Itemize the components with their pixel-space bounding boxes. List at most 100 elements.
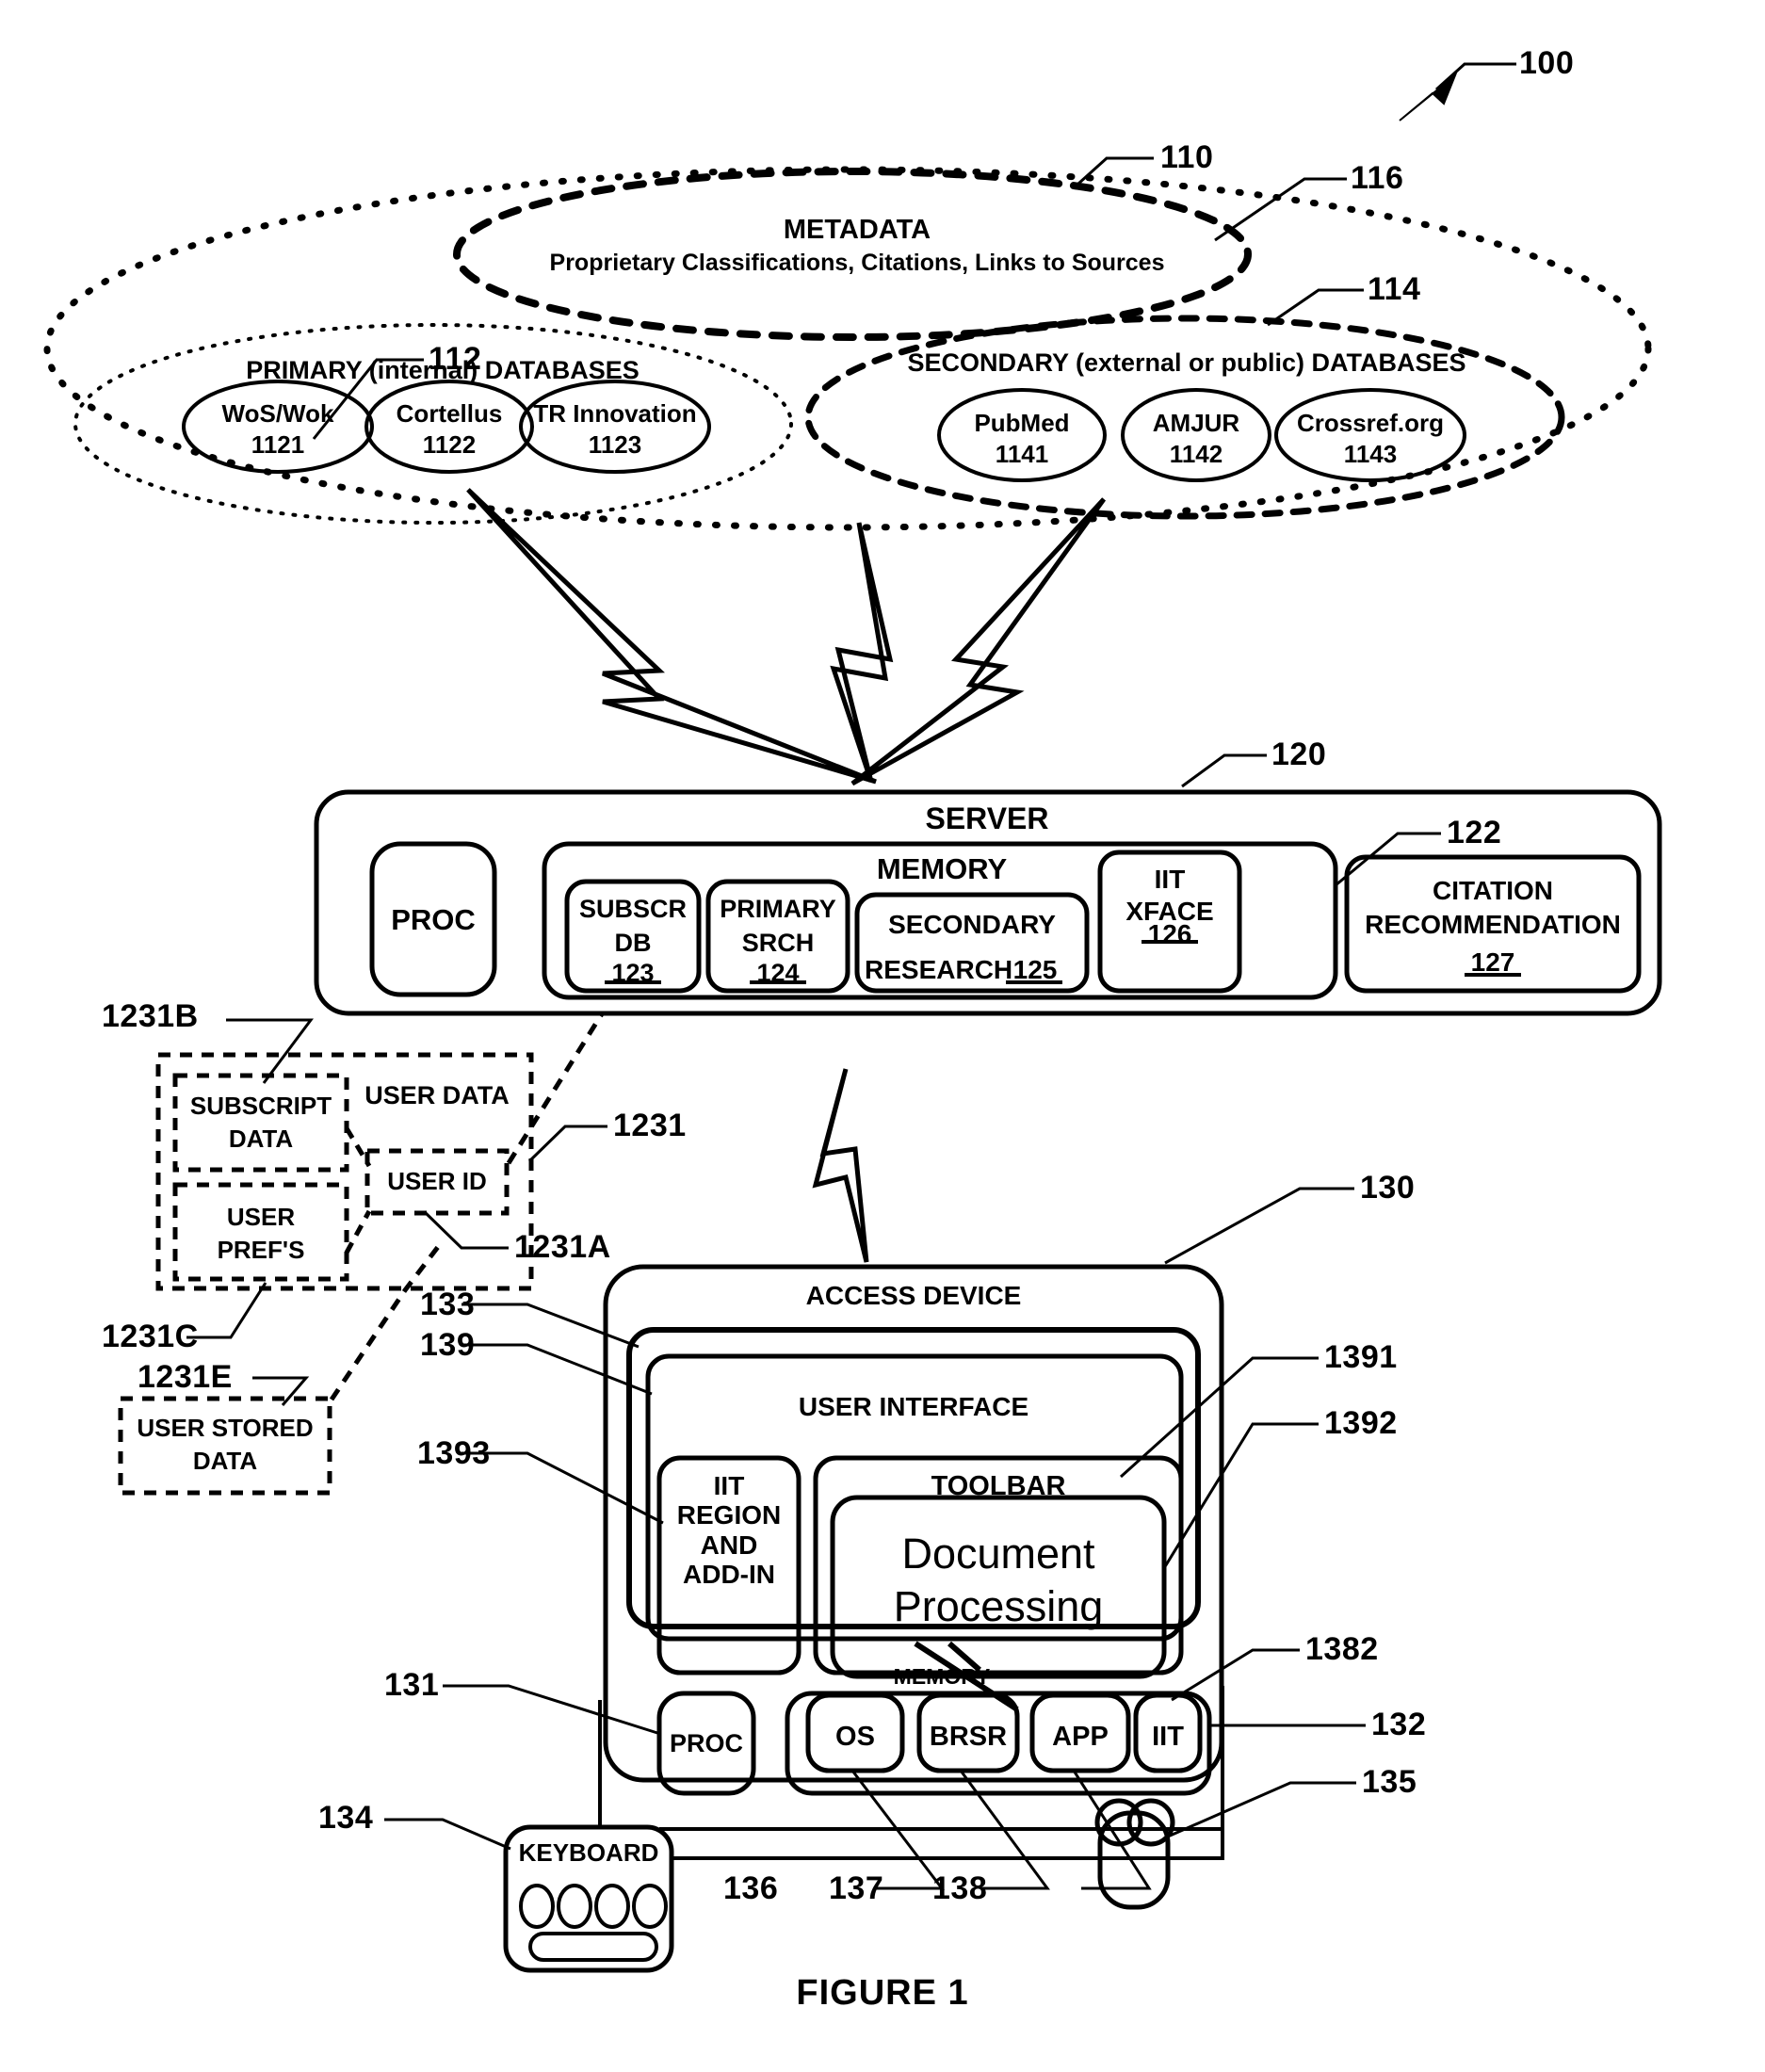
leader-1231A bbox=[424, 1211, 509, 1250]
lightning-bolt-left bbox=[466, 488, 877, 785]
ref-135: 135 bbox=[1362, 1764, 1417, 1800]
leader-131 bbox=[443, 1684, 658, 1735]
server-memory-title: MEMORY bbox=[876, 852, 1008, 885]
device-memory-label: MEMORY bbox=[893, 1664, 991, 1689]
db-ref-crossref: 1143 bbox=[1343, 440, 1398, 468]
module-label-iit: IIT bbox=[1154, 865, 1186, 894]
user-prefs-line2: PREF'S bbox=[217, 1236, 305, 1264]
diagram-canvas bbox=[43, 62, 1662, 1973]
iit-region-addin-label: IIT REGION AND ADD-IN bbox=[676, 1471, 782, 1590]
citation-ref-127: 127 bbox=[1470, 947, 1515, 977]
keyboard-key-4 bbox=[632, 1884, 668, 1929]
leader-1392 bbox=[1162, 1422, 1319, 1569]
ref-1231E: 1231E bbox=[138, 1359, 233, 1395]
lightning-bolt-server-to-device bbox=[812, 1068, 869, 1263]
ref-133: 133 bbox=[420, 1287, 476, 1322]
ref-131: 131 bbox=[384, 1667, 440, 1703]
metadata-subtitle: Proprietary Classifications, Citations, … bbox=[549, 250, 1165, 276]
lightning-bolt-center bbox=[830, 522, 894, 783]
ref-100: 100 bbox=[1519, 45, 1575, 81]
ref-1393: 1393 bbox=[417, 1435, 491, 1471]
keyboard-key-3 bbox=[594, 1884, 630, 1929]
db-ref-tr-innovation: 1123 bbox=[588, 430, 642, 459]
user-id-label: USER ID bbox=[387, 1167, 487, 1195]
device-proc-label: PROC bbox=[669, 1729, 743, 1757]
leader-1231E bbox=[252, 1376, 310, 1406]
db-ref-cortellus: 1122 bbox=[422, 430, 477, 459]
module-ref-124: 124 bbox=[756, 959, 800, 987]
subscript-data-line2: DATA bbox=[228, 1125, 294, 1153]
ref-120: 120 bbox=[1271, 737, 1327, 772]
metadata-title: METADATA bbox=[783, 215, 931, 245]
user-stored-data-box-1231E bbox=[118, 1396, 332, 1496]
keyboard-key-1 bbox=[519, 1884, 555, 1929]
leader-120 bbox=[1181, 753, 1267, 788]
module-label-app: APP bbox=[1052, 1722, 1109, 1752]
mouse-button-right bbox=[1126, 1798, 1175, 1847]
ref-134: 134 bbox=[318, 1800, 374, 1836]
module-label-srch: SRCH bbox=[741, 929, 815, 957]
ref-1231C: 1231C bbox=[102, 1319, 199, 1354]
module-label-db: DB bbox=[614, 929, 652, 957]
module-label-brsr: BRSR bbox=[929, 1722, 1008, 1752]
db-label-tr-innovation: TR Innovation bbox=[533, 399, 697, 428]
document-processing-label: Document Processing bbox=[893, 1530, 1104, 1631]
ref-1231B: 1231B bbox=[102, 998, 199, 1034]
ref-138: 138 bbox=[932, 1870, 988, 1906]
leader-130 bbox=[1164, 1187, 1354, 1265]
module-ref-126: 126 bbox=[1147, 919, 1192, 948]
citation-label-line2: RECOMMENDATION bbox=[1365, 910, 1621, 939]
user-data-title: USER DATA bbox=[364, 1081, 510, 1109]
user-prefs-box-1231C bbox=[172, 1182, 349, 1282]
ref-114: 114 bbox=[1368, 271, 1421, 307]
ref-110: 110 bbox=[1160, 139, 1214, 175]
module-label-os: OS bbox=[835, 1722, 875, 1752]
db-label-pubmed: PubMed bbox=[974, 409, 1070, 437]
db-ref-wos: 1121 bbox=[251, 430, 305, 459]
db-label-wos: WoS/Wok bbox=[221, 399, 334, 428]
ref-1392: 1392 bbox=[1324, 1405, 1398, 1441]
db-ref-amjur: 1142 bbox=[1169, 440, 1223, 468]
ref-1391: 1391 bbox=[1324, 1339, 1398, 1375]
ref-130: 130 bbox=[1360, 1170, 1416, 1206]
server-proc-label: PROC bbox=[391, 903, 476, 936]
user-interface-title: USER INTERFACE bbox=[798, 1392, 1029, 1421]
server-title: SERVER bbox=[925, 801, 1049, 835]
ref-132: 132 bbox=[1371, 1707, 1427, 1742]
keyboard-spacebar bbox=[528, 1932, 658, 1962]
module-label-subscr: SUBSCR bbox=[578, 895, 687, 923]
lightning-bolt-right bbox=[850, 497, 1107, 786]
connector-prefs-to-userid bbox=[344, 1209, 372, 1255]
leader-139 bbox=[461, 1343, 653, 1396]
system-ref-arrow bbox=[1399, 62, 1516, 121]
subscript-data-box-1231B bbox=[172, 1073, 349, 1173]
ref-1231: 1231 bbox=[613, 1108, 687, 1143]
ref-122: 122 bbox=[1447, 815, 1502, 850]
keyboard-label: KEYBOARD bbox=[518, 1838, 659, 1867]
access-device-title: ACCESS DEVICE bbox=[805, 1281, 1022, 1310]
db-label-cortellus: Cortellus bbox=[396, 399, 503, 428]
module-label-primary: PRIMARY bbox=[720, 895, 836, 923]
figure-caption: FIGURE 1 bbox=[796, 1973, 969, 2013]
ref-1382: 1382 bbox=[1305, 1631, 1379, 1667]
citation-label-line1: CITATION bbox=[1432, 876, 1554, 905]
secondary-databases-title: SECONDARY (external or public) DATABASES bbox=[907, 348, 1466, 377]
ref-137: 137 bbox=[829, 1870, 884, 1906]
ref-116: 116 bbox=[1351, 160, 1404, 196]
leader-1231 bbox=[527, 1125, 607, 1163]
module-label-secondary: SECONDARY bbox=[888, 910, 1056, 939]
leader-134 bbox=[384, 1818, 511, 1851]
leader-1393 bbox=[461, 1451, 664, 1525]
toolbar-label: TOOLBAR bbox=[931, 1471, 1066, 1501]
primary-databases-title: PRIMARY (internal) DATABASES bbox=[246, 356, 640, 384]
subscript-data-line1: SUBSCRIPT bbox=[189, 1092, 332, 1120]
db-label-amjur: AMJUR bbox=[1152, 409, 1240, 437]
user-stored-line1: USER STORED bbox=[137, 1414, 314, 1442]
ref-1231A: 1231A bbox=[514, 1229, 611, 1265]
db-ref-pubmed: 1141 bbox=[995, 440, 1049, 468]
figure-page: 100 110 116 112 114 120 122 1231B 1231 1… bbox=[0, 0, 1765, 2072]
user-prefs-line1: USER bbox=[226, 1203, 296, 1231]
module-ref-125: 125 bbox=[1012, 955, 1058, 984]
ref-139: 139 bbox=[420, 1327, 476, 1363]
module-label-iit-device: IIT bbox=[1152, 1722, 1184, 1752]
